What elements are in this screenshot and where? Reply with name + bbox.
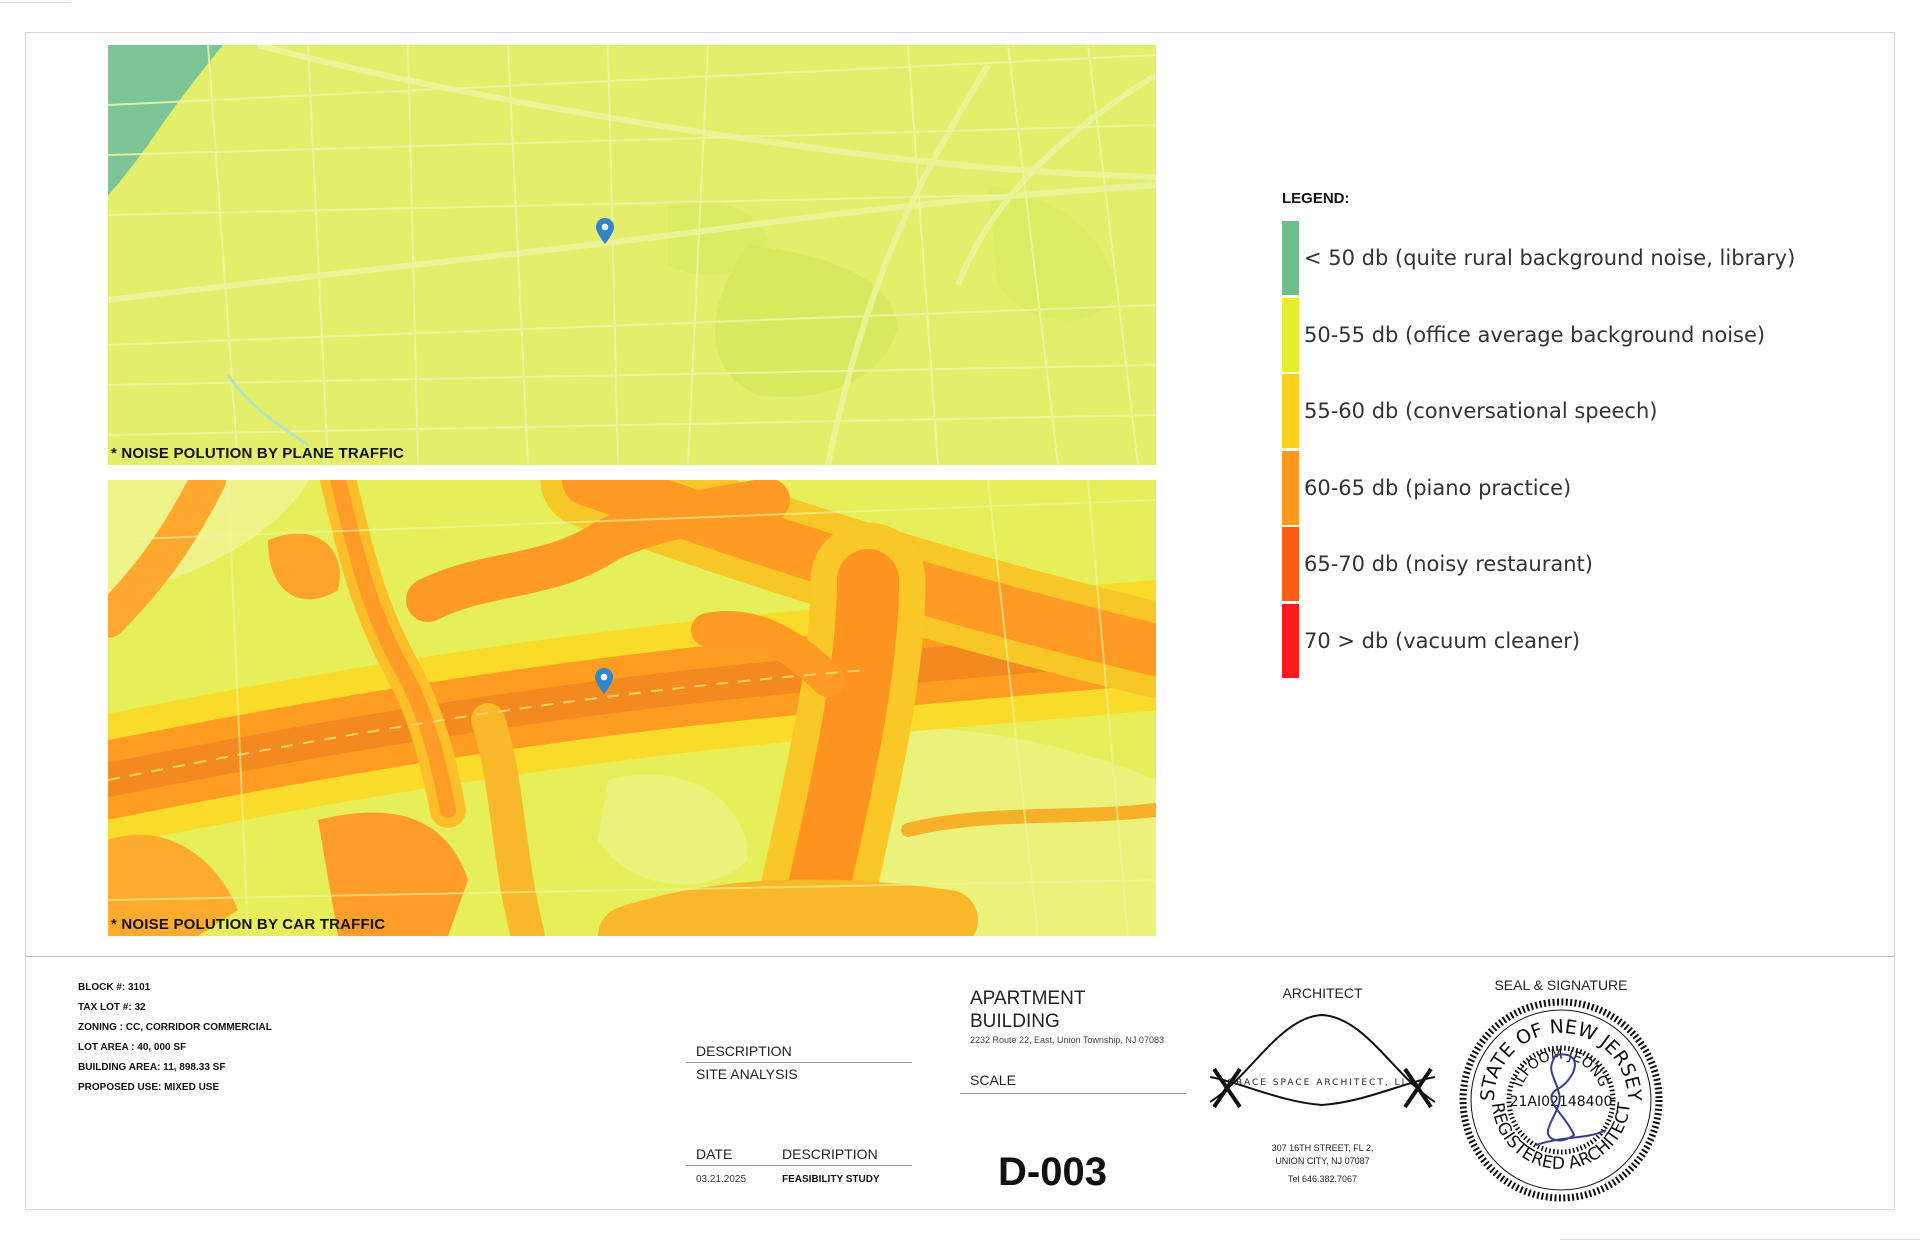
plane-noise-map-graphic [108,45,1156,465]
sheet-number: D-003 [998,1150,1107,1194]
revision-row: 03.21.2025 FEASIBILITY STUDY [686,1174,912,1185]
noise-legend: LEGEND: < 50 db (quite rural background … [1282,190,1842,680]
sheet-description: DESCRIPTION SITE ANALYSIS [686,1043,912,1082]
car-noise-map-graphic [108,480,1156,936]
legend-label: 50-55 db (office average background nois… [1304,322,1766,347]
legend-item: 50-55 db (office average background nois… [1282,297,1842,375]
map-caption: * NOISE POLUTION BY CAR TRAFFIC [111,916,386,933]
divider [686,1165,912,1166]
description-value: SITE ANALYSIS [696,1066,798,1082]
architect-seal: STATE OF NEW JERSEY ILFOOM JEONG REGISTE… [1459,998,1663,1202]
car-noise-map[interactable]: * NOISE POLUTION BY CAR TRAFFIC [108,480,1156,936]
tax-lot: TAX LOT #: 32 [78,1002,146,1013]
sheet-corner-mark [0,2,70,3]
zoning: ZONING : CC, CORRIDOR COMMERCIAL [78,1022,272,1033]
architect-block: ARCHITECT GRACE SPACE ARCHITECT, LLC 307… [1210,985,1435,1184]
proposed-use: PROPOSED USE: MIXED USE [78,1082,220,1093]
legend-swatch [1282,374,1299,448]
legend-label: 60-65 db (piano practice) [1304,475,1572,500]
project-address: 2232 Route 22, East, Union Township, NJ … [970,1035,1164,1045]
legend-swatch [1282,527,1299,601]
legend-swatch [1282,221,1299,295]
seal-name-text: ILFOOM JEONG [1511,1047,1612,1090]
lot-area: LOT AREA : 40, 000 SF [78,1042,187,1053]
map-pin-icon[interactable] [595,668,613,694]
legend-label: 70 > db (vacuum cleaner) [1304,628,1581,653]
architect-address-line: UNION CITY, NJ 07087 [1275,1156,1370,1166]
legend-swatch [1282,603,1299,678]
block-number: BLOCK #: 3101 [78,982,151,993]
seal-block: SEAL & SIGNATURE STATE OF NEW JERSEY ILF… [1456,977,1666,1205]
seal-registered-text: REGISTERED ARCHITECT [1487,1101,1635,1174]
legend-item: 65-70 db (noisy restaurant) [1282,527,1842,604]
seal-header: SEAL & SIGNATURE [1494,977,1628,993]
description-label: DESCRIPTION [696,1043,792,1059]
legend-label: 55-60 db (conversational speech) [1304,399,1658,423]
project-title: APARTMENT BUILDING 2232 Route 22, East, … [970,987,1186,1045]
divider [686,1062,912,1063]
architect-phone: Tel 646.382.7067 [1287,1174,1358,1184]
map-caption: * NOISE POLUTION BY PLANE TRAFFIC [111,445,405,462]
project-name: APARTMENT BUILDING [970,988,1086,1032]
seal-license-number: 21AI02148400 [1510,1094,1613,1110]
legend-item: 60-65 db (piano practice) [1282,450,1842,528]
revision-date: 03.21.2025 [696,1174,747,1185]
building-area: BUILDING AREA: 11, 898.33 SF [78,1062,226,1073]
legend-item: 70 > db (vacuum cleaner) [1282,603,1842,681]
legend-swatch [1282,450,1299,525]
architect-address-line: 307 16TH STREET, FL 2, [1271,1143,1374,1153]
legend-label: < 50 db (quite rural background noise, l… [1304,246,1796,270]
map-pin-icon[interactable] [596,218,614,244]
project-info: BLOCK #: 3101 TAX LOT #: 32 ZONING : CC,… [78,978,272,1098]
scale-field: SCALE [960,1072,1186,1094]
divider [960,1093,1186,1094]
legend-item: 55-60 db (conversational speech) [1282,374,1842,451]
architect-address: 307 16TH STREET, FL 2, UNION CITY, NJ 07… [1210,1142,1435,1168]
architect-logo: GRACE SPACE ARCHITECT, LLC [1210,1013,1435,1109]
legend-item: < 50 db (quite rural background noise, l… [1282,221,1842,298]
sheet-corner-mark [1560,1239,1920,1240]
legend-swatch [1282,297,1299,372]
revision-description: FEASIBILITY STUDY [782,1174,880,1185]
firm-logo-text: GRACE SPACE ARCHITECT, LLC [1227,1078,1417,1088]
architect-header: ARCHITECT [1282,985,1363,1001]
revision-table: DATE DESCRIPTION 03.21.2025 FEASIBILITY … [686,1146,912,1185]
legend-title: LEGEND: [1282,190,1350,207]
legend-label: 65-70 db (noisy restaurant) [1304,552,1593,576]
plane-noise-map[interactable]: * NOISE POLUTION BY PLANE TRAFFIC [108,45,1156,465]
scale-label: SCALE [970,1072,1016,1088]
date-description-label: DESCRIPTION [782,1146,878,1162]
title-block-divider [25,956,1895,957]
date-label: DATE [696,1146,733,1162]
